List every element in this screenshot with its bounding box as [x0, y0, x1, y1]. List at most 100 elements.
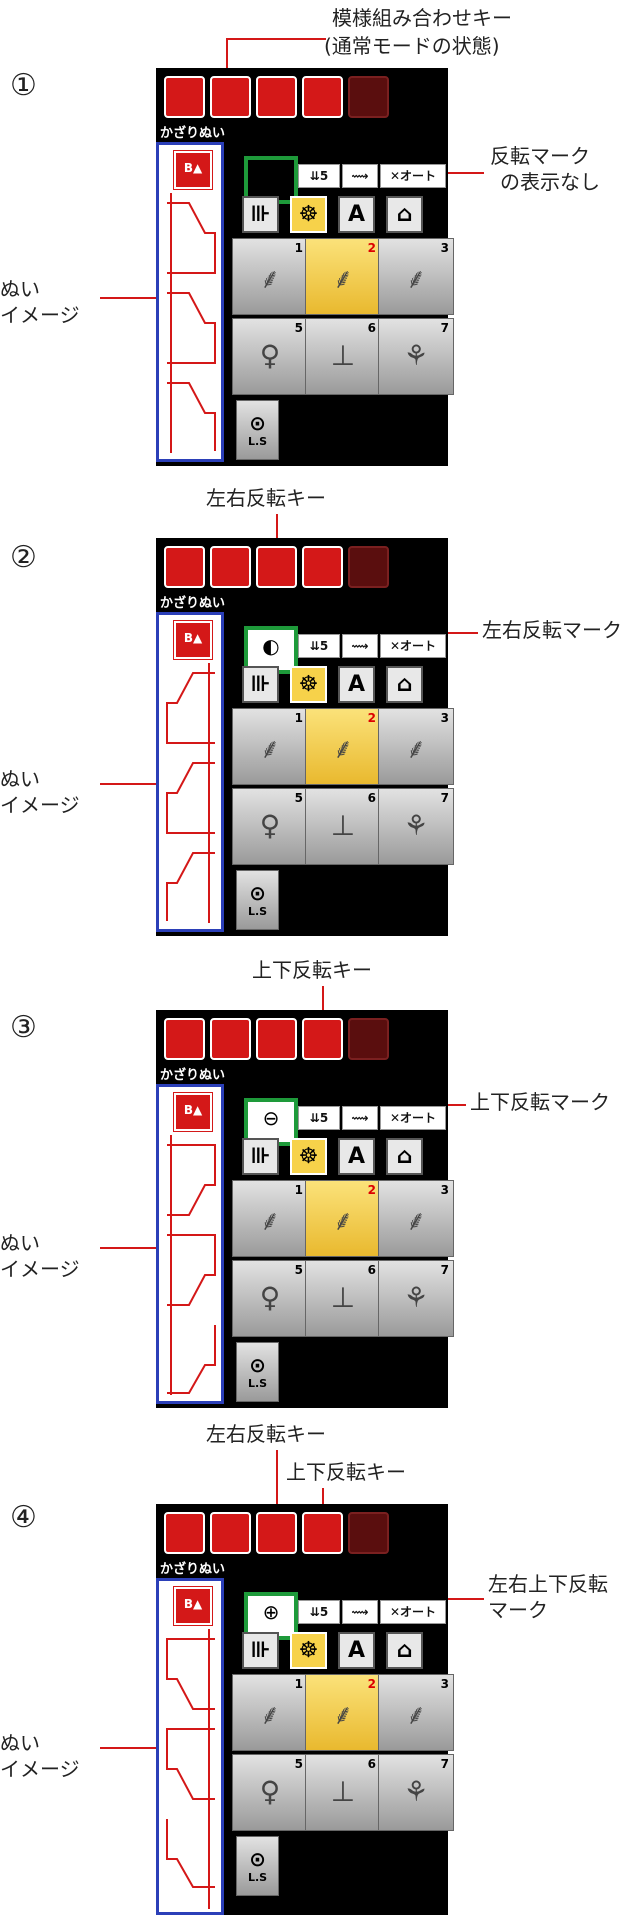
stitch-key-2[interactable]: 2 ⸙: [305, 1180, 381, 1257]
ls-key[interactable]: ⊙ L.S: [236, 870, 279, 930]
ls-key[interactable]: ⊙ L.S: [236, 400, 279, 460]
stitch-key-6[interactable]: 6 ⊥: [305, 1754, 381, 1831]
step-number-2: ②: [10, 540, 37, 575]
stitch-image: [166, 663, 215, 923]
stitch-key-3[interactable]: 3 ⸙: [378, 1180, 454, 1257]
category-decorative[interactable]: ☸: [290, 1632, 327, 1669]
tab-density[interactable]: ⟿: [342, 1600, 378, 1624]
side-label: ぬい: [0, 1231, 40, 1255]
combine-key-callout: 模様組み合わせキー: [332, 6, 512, 30]
tab-density[interactable]: ⟿: [342, 164, 378, 188]
stitch-key-1[interactable]: 1 ⸙: [232, 1674, 308, 1751]
sewing-screen-3: かざりぬい B▲ ⊖ ⇊5 ⟿ ✕オート ⊪ ☸ A ⌂ 1 ⸙ 2 ⸙ 3 ⸙ 5 ♀…: [156, 1010, 454, 1408]
both-mark-callout: 左右上下反転: [488, 1572, 608, 1596]
stitch-key-1[interactable]: 1 ⸙: [232, 238, 308, 315]
lr-flip-key[interactable]: [256, 1018, 297, 1060]
stitch-key-6[interactable]: 6 ⊥: [305, 1260, 381, 1337]
pattern-combine-key[interactable]: [210, 1018, 251, 1060]
ud-flip-key[interactable]: [302, 546, 343, 588]
ud-flip-key[interactable]: [302, 1018, 343, 1060]
stitch-key-7[interactable]: 7 ⚘: [378, 1754, 454, 1831]
stitch-key-7[interactable]: 7 ⚘: [378, 788, 454, 865]
ud-mark-callout: 上下反転マーク: [470, 1090, 610, 1114]
tab-auto[interactable]: ✕オート: [380, 634, 446, 658]
lr-key-callout: 左右反転キー: [206, 1422, 326, 1446]
ls-key[interactable]: ⊙ L.S: [236, 1836, 279, 1896]
stitch-key-3[interactable]: 3 ⸙: [378, 708, 454, 785]
tab-height[interactable]: ⇊5: [298, 1600, 340, 1624]
category-letters[interactable]: A: [338, 1138, 375, 1175]
pattern-combine-key[interactable]: [210, 546, 251, 588]
stitch-key-5[interactable]: 5 ♀: [232, 318, 308, 395]
stitch-key-7[interactable]: 7 ⚘: [378, 318, 454, 395]
category-utility[interactable]: ⊪: [242, 196, 279, 233]
tab-density[interactable]: ⟿: [342, 1106, 378, 1130]
ls-key[interactable]: ⊙ L.S: [236, 1342, 279, 1402]
stitch-image: [167, 193, 216, 453]
stitch-image-panel: B▲: [156, 1578, 224, 1915]
tab-auto[interactable]: ✕オート: [380, 1600, 446, 1624]
lr-mark-callout: 左右反転マーク: [482, 618, 622, 642]
b-key[interactable]: B▲: [173, 150, 213, 190]
tab-auto[interactable]: ✕オート: [380, 1106, 446, 1130]
category-decorative[interactable]: ☸: [290, 666, 327, 703]
mode-title: かざりぬい: [160, 126, 226, 141]
lr-key-callout: 左右反転キー: [206, 486, 326, 510]
add-pattern-key[interactable]: [164, 1018, 205, 1060]
stitch-key-3[interactable]: 3 ⸙: [378, 1674, 454, 1751]
step-number-4: ④: [10, 1500, 37, 1535]
add-pattern-key[interactable]: [164, 1512, 205, 1554]
category-letters[interactable]: A: [338, 1632, 375, 1669]
stitch-key-3[interactable]: 3 ⸙: [378, 238, 454, 315]
add-pattern-key[interactable]: [164, 546, 205, 588]
stitch-key-5[interactable]: 5 ♀: [232, 788, 308, 865]
category-buttonhole[interactable]: ⌂: [386, 1138, 423, 1175]
stitch-key-1[interactable]: 1 ⸙: [232, 708, 308, 785]
category-decorative[interactable]: ☸: [290, 1138, 327, 1175]
lr-flip-key[interactable]: [256, 76, 297, 118]
stitch-image: [166, 1629, 215, 1909]
ud-flip-key[interactable]: [302, 1512, 343, 1554]
b-key[interactable]: B▲: [173, 1586, 213, 1626]
tab-density[interactable]: ⟿: [342, 634, 378, 658]
ud-flip-key[interactable]: [302, 76, 343, 118]
add-pattern-key[interactable]: [164, 76, 205, 118]
b-key[interactable]: B▲: [173, 620, 213, 660]
ud-key-callout: 上下反転キー: [252, 958, 372, 982]
category-buttonhole[interactable]: ⌂: [386, 1632, 423, 1669]
category-utility[interactable]: ⊪: [242, 666, 279, 703]
stitch-key-6[interactable]: 6 ⊥: [305, 788, 381, 865]
category-buttonhole[interactable]: ⌂: [386, 196, 423, 233]
tab-height[interactable]: ⇊5: [298, 1106, 340, 1130]
category-buttonhole[interactable]: ⌂: [386, 666, 423, 703]
mode-title: かざりぬい: [160, 1562, 226, 1577]
tab-auto[interactable]: ✕オート: [380, 164, 446, 188]
category-letters[interactable]: A: [338, 196, 375, 233]
lr-flip-key[interactable]: [256, 546, 297, 588]
both-mark-callout-2: マーク: [488, 1598, 548, 1622]
lr-flip-key[interactable]: [256, 1512, 297, 1554]
disabled-key: [348, 1512, 389, 1554]
stitch-key-2[interactable]: 2 ⸙: [305, 708, 381, 785]
b-key[interactable]: B▲: [173, 1092, 213, 1132]
step-number-1: ①: [10, 68, 37, 103]
category-utility[interactable]: ⊪: [242, 1138, 279, 1175]
tab-height[interactable]: ⇊5: [298, 164, 340, 188]
stitch-key-5[interactable]: 5 ♀: [232, 1260, 308, 1337]
category-letters[interactable]: A: [338, 666, 375, 703]
stitch-key-2[interactable]: 2 ⸙: [305, 1674, 381, 1751]
pattern-combine-key[interactable]: [210, 76, 251, 118]
side-label: ぬい: [0, 767, 40, 791]
stitch-key-5[interactable]: 5 ♀: [232, 1754, 308, 1831]
stitch-key-2[interactable]: 2 ⸙: [305, 238, 381, 315]
category-utility[interactable]: ⊪: [242, 1632, 279, 1669]
stitch-key-7[interactable]: 7 ⚘: [378, 1260, 454, 1337]
stitch-image-panel: B▲: [156, 142, 224, 462]
disabled-key: [348, 76, 389, 118]
tab-height[interactable]: ⇊5: [298, 634, 340, 658]
stitch-key-6[interactable]: 6 ⊥: [305, 318, 381, 395]
side-label: ぬい: [0, 277, 40, 301]
category-decorative[interactable]: ☸: [290, 196, 327, 233]
stitch-key-1[interactable]: 1 ⸙: [232, 1180, 308, 1257]
pattern-combine-key[interactable]: [210, 1512, 251, 1554]
